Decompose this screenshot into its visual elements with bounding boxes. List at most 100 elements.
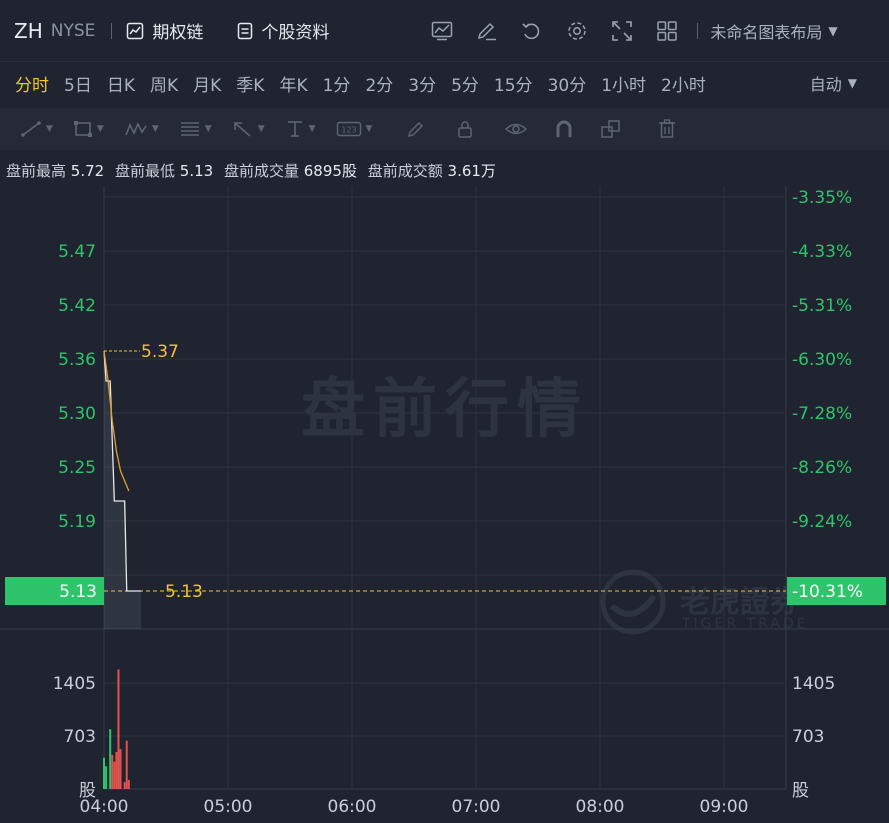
timeframe-bar: 分时 5日 日K 周K 月K 季K 年K 1分 2分 3分 5分 15分 30分 1小时 2小时 自动 ▼ [0, 62, 889, 104]
right-pct-tick: -5.31% [792, 296, 852, 316]
volume-tick-left: 703 [64, 727, 96, 747]
chart-watermark: 盘前行情 [301, 373, 589, 447]
draw-icon [477, 22, 496, 40]
timeframe-tab[interactable]: 月K [193, 71, 221, 96]
fib-tool[interactable]: ▼ [179, 120, 212, 138]
tiger-trade-logo: 老虎證券 TIGER TRADE [600, 569, 808, 635]
x-tick-label: 05:00 [204, 797, 253, 817]
volume-tick-right: 1405 [792, 674, 835, 694]
magnet-tool[interactable] [554, 119, 574, 139]
stock-profile-button[interactable]: 个股资料 [237, 18, 329, 43]
grid-layout-icon [657, 20, 677, 41]
indicator-button[interactable] [419, 16, 464, 46]
timeframe-tab[interactable]: 15分 [494, 71, 533, 96]
symbol-label: ZH [14, 18, 43, 43]
undo-icon [522, 22, 540, 39]
wave-tool[interactable]: ▼ [124, 120, 159, 138]
premarket-low-label: 盘前最低 [114, 162, 175, 180]
axis-labels: 04:00 05:00 06:00 07:00 08:00 09:005.475.425.… [5, 188, 886, 817]
rectangle-tool[interactable]: ▼ [73, 120, 104, 138]
volume-bar [111, 754, 114, 789]
volume-tick-right: 703 [792, 727, 824, 747]
document-icon [238, 22, 253, 39]
text-tool[interactable]: ▼ [285, 120, 316, 138]
left-price-tick: 5.30 [58, 404, 96, 424]
divider [111, 22, 113, 39]
timeframe-tab[interactable]: 1小时 [601, 71, 646, 96]
options-chain-label: 期权链 [152, 23, 204, 43]
exchange-label: NYSE [50, 20, 96, 41]
svg-text:TIGER TRADE: TIGER TRADE [681, 616, 808, 632]
x-tick-label: 08:00 [576, 797, 625, 817]
volume-bar [105, 766, 108, 789]
volume-bars [103, 669, 130, 789]
timeframe-tab[interactable]: 30分 [548, 71, 587, 96]
x-tick-label: 09:00 [700, 797, 749, 817]
text-cursor-icon [287, 121, 302, 137]
visibility-tool[interactable] [504, 120, 528, 138]
timeframe-tab[interactable]: 2小时 [661, 71, 706, 96]
timeframe-tab[interactable]: 2分 [365, 71, 393, 96]
number-tool[interactable]: 123 ▼ [336, 120, 372, 138]
layout-select[interactable]: 未命名图表布局 ▼ [710, 19, 837, 43]
chart-header: ZH NYSE 期权链 个股资料 未命名图表布局 ▼ [0, 0, 889, 62]
undo-button[interactable] [509, 16, 554, 46]
lock-tool[interactable] [456, 120, 474, 138]
arrow-icon [233, 122, 251, 137]
pen-tool[interactable] [406, 120, 426, 138]
left-price-tick: 5.47 [58, 242, 96, 262]
options-chain-button[interactable]: 期权链 [126, 18, 203, 43]
magnet-icon [556, 120, 572, 137]
volume-bar [109, 729, 112, 789]
right-pct-tick: -6.30% [792, 350, 852, 370]
low-marker-label: 5.13 [165, 582, 203, 602]
volume-bar [103, 757, 105, 789]
x-tick-label: 06:00 [328, 797, 377, 817]
wave-tool-icon [125, 122, 147, 136]
timeframe-tab[interactable]: 1分 [323, 71, 351, 96]
volume-tick-left: 1405 [53, 674, 96, 694]
settings-button[interactable] [554, 16, 599, 46]
timeframe-tab[interactable]: 年K [279, 71, 307, 96]
lock-icon [458, 121, 473, 138]
delete-tool[interactable] [658, 119, 676, 139]
fullscreen-button[interactable] [599, 16, 644, 46]
volume-bar [127, 779, 130, 789]
svg-text:123: 123 [341, 126, 356, 135]
premarket-low-value: 5.13 [179, 162, 214, 180]
line-tool-icon [21, 121, 41, 137]
grid-layout-button[interactable] [644, 16, 689, 46]
clone-tool[interactable] [600, 119, 622, 139]
volume-bar [125, 740, 128, 789]
premarket-high-value: 5.72 [70, 162, 105, 180]
svg-text:老虎證券: 老虎證券 [680, 585, 801, 620]
timeframe-tab[interactable]: 日K [107, 71, 135, 96]
arrow-tool[interactable]: ▼ [232, 120, 265, 138]
current-price-text: 5.13 [59, 582, 97, 602]
right-pct-tick: -3.35% [792, 188, 852, 208]
current-pct-text: -10.31% [792, 582, 863, 602]
volume-bar [117, 669, 120, 789]
open-marker-label: 5.37 [141, 342, 179, 362]
volume-unit-right: 股 [792, 781, 809, 801]
premarket-info: 盘前最高 5.72 盘前最低 5.13 盘前成交量 6895股 盘前成交额 3.… [6, 160, 502, 181]
timeframe-tab[interactable]: 5分 [451, 71, 479, 96]
timeframe-tab[interactable]: 周K [150, 71, 178, 96]
timeframe-tab[interactable]: 3分 [408, 71, 436, 96]
volume-unit-left: 股 [79, 781, 96, 801]
line-tool[interactable]: ▼ [20, 120, 53, 138]
volume-bar [123, 782, 126, 789]
eye-icon [505, 123, 528, 135]
timeframe-tab[interactable]: 季K [236, 71, 264, 96]
layout-name: 未命名图表布局 [710, 22, 823, 42]
fullscreen-icon [612, 20, 632, 41]
premarket-high-label: 盘前最高 [6, 162, 67, 180]
settings-icon [568, 21, 586, 40]
timeframe-tab[interactable]: 分时 [15, 71, 49, 96]
drawing-toolbar: ▼ ▼ ▼ ▼ ▼ ▼ 123 ▼ [0, 108, 889, 150]
draw-button[interactable] [464, 16, 509, 46]
timeframe-tab[interactable]: 5日 [64, 71, 92, 96]
copy-icon [601, 120, 621, 138]
auto-scale-select[interactable]: 自动 ▼ [810, 71, 857, 95]
price-chart[interactable]: 盘前行情 老虎證券 TIGER TRADE 04:00 05:00 06:00 07:… [0, 186, 889, 823]
